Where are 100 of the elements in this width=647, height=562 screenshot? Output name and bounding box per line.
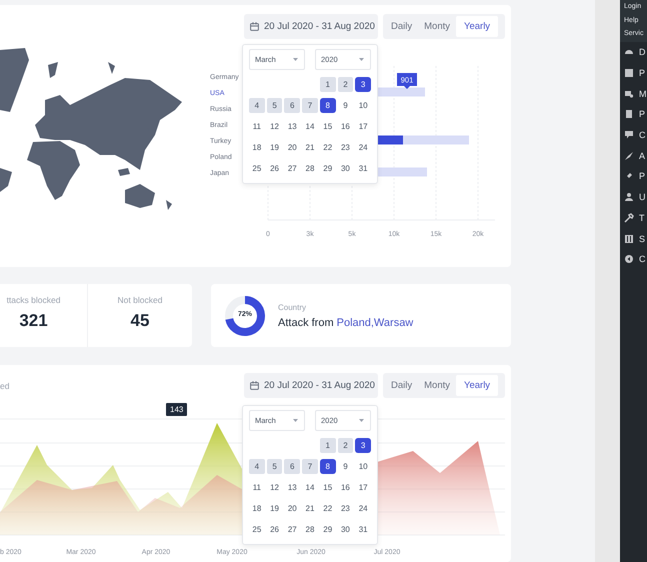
calendar-day[interactable]: 30 <box>338 522 354 537</box>
list-icon <box>624 68 634 78</box>
sliders-icon <box>624 234 634 244</box>
calendar-day[interactable]: 8 <box>320 459 336 474</box>
calendar-day[interactable]: 6 <box>284 459 300 474</box>
sidebar-menu-item[interactable]: M <box>620 83 647 104</box>
calendar-day[interactable]: 2 <box>338 438 354 453</box>
sidebar-menu-item[interactable]: P <box>620 62 647 84</box>
arrow-circle-icon <box>624 254 634 264</box>
calendar-day[interactable]: 5 <box>266 459 282 474</box>
calendar-day[interactable]: 19 <box>266 140 282 155</box>
calendar-day[interactable]: 13 <box>284 480 300 495</box>
date-range-button[interactable]: 20 Jul 2020 - 31 Aug 2020 <box>244 14 378 39</box>
calendar-day[interactable]: 31 <box>355 161 371 176</box>
calendar-day[interactable]: 10 <box>355 98 371 113</box>
calendar-day[interactable]: 16 <box>338 480 354 495</box>
stat-label: ttacks blocked <box>6 295 60 305</box>
calendar-day[interactable]: 12 <box>266 119 282 134</box>
calendar-day[interactable]: 23 <box>338 501 354 516</box>
calendar-day[interactable]: 10 <box>355 459 371 474</box>
calendar-day[interactable]: 21 <box>302 140 318 155</box>
calendar-day[interactable]: 30 <box>338 161 354 176</box>
sidebar-menu-item[interactable]: C <box>620 248 647 270</box>
calendar-day[interactable]: 16 <box>338 119 354 134</box>
calendar-day[interactable]: 25 <box>249 161 265 176</box>
calendar-day[interactable]: 1 <box>320 438 336 453</box>
calendar-day[interactable]: 22 <box>320 140 336 155</box>
calendar-day[interactable]: 18 <box>249 140 265 155</box>
period-tab[interactable]: Monty <box>418 16 456 37</box>
calendar-day[interactable]: 2 <box>338 77 354 92</box>
calendar-day[interactable]: 8 <box>320 98 336 113</box>
calendar-day[interactable]: 3 <box>355 438 371 453</box>
calendar-day[interactable]: 22 <box>320 501 336 516</box>
stat-label: Not blocked <box>118 295 162 305</box>
calendar-day[interactable]: 27 <box>284 161 300 176</box>
location-link[interactable]: Poland,Warsaw <box>336 316 414 328</box>
calendar-day[interactable]: 18 <box>249 501 265 516</box>
period-tab[interactable]: Daily <box>385 16 418 37</box>
calendar-day[interactable]: 25 <box>249 522 265 537</box>
calendar-day[interactable]: 14 <box>302 119 318 134</box>
calendar-day[interactable]: 20 <box>284 140 300 155</box>
user-icon <box>624 192 634 202</box>
calendar-day[interactable]: 13 <box>284 119 300 134</box>
sidebar-menu-item[interactable]: T <box>620 208 647 228</box>
calendar-day[interactable]: 9 <box>338 459 354 474</box>
calendar-day[interactable]: 9 <box>338 98 354 113</box>
calendar-day[interactable]: 24 <box>355 501 371 516</box>
sidebar-menu-item[interactable]: P <box>620 166 647 187</box>
calendar-day[interactable]: 4 <box>249 459 265 474</box>
period-tab[interactable]: Yearly <box>456 16 498 37</box>
calendar-day[interactable]: 11 <box>249 480 265 495</box>
calendar-icon <box>250 381 259 390</box>
caret-icon <box>359 419 364 422</box>
date-range-button[interactable]: 20 Jul 2020 - 31 Aug 2020 <box>244 373 378 398</box>
calendar-day[interactable]: 26 <box>266 161 282 176</box>
sidebar-menu-item[interactable]: U <box>620 186 647 208</box>
calendar-day[interactable]: 11 <box>249 119 265 134</box>
sidebar-menu-item[interactable]: A <box>620 145 647 166</box>
calendar-day[interactable]: 24 <box>355 140 371 155</box>
caret-icon <box>293 58 298 61</box>
sidebar-menu-item[interactable]: C <box>620 124 647 146</box>
calendar-day[interactable]: 27 <box>284 522 300 537</box>
period-tab[interactable]: Monty <box>418 375 456 396</box>
calendar-day[interactable]: 29 <box>320 522 336 537</box>
calendar-day[interactable]: 15 <box>320 480 336 495</box>
wrench-icon <box>624 212 634 223</box>
calendar-day[interactable]: 17 <box>355 480 371 495</box>
comment-icon <box>624 130 634 140</box>
calendar-day[interactable]: 31 <box>355 522 371 537</box>
period-tab[interactable]: Yearly <box>456 375 498 396</box>
calendar-day[interactable]: 7 <box>302 459 318 474</box>
stat-value: 321 <box>19 311 48 331</box>
calendar-day[interactable]: 19 <box>266 501 282 516</box>
calendar-day[interactable]: 26 <box>266 522 282 537</box>
calendar-day[interactable]: 28 <box>302 522 318 537</box>
page-icon <box>624 109 634 120</box>
sidebar-menu-item[interactable]: S <box>620 228 647 249</box>
calendar-day[interactable]: 14 <box>302 480 318 495</box>
calendar-day[interactable]: 4 <box>249 98 265 113</box>
brush-icon <box>624 150 634 161</box>
calendar-day[interactable]: 12 <box>266 480 282 495</box>
calendar-day[interactable]: 3 <box>355 77 371 92</box>
calendar-day[interactable]: 6 <box>284 98 300 113</box>
calendar-day[interactable]: 17 <box>355 119 371 134</box>
calendar-day[interactable]: 28 <box>302 161 318 176</box>
calendar-day[interactable]: 21 <box>302 501 318 516</box>
caret-icon <box>359 58 364 61</box>
attack-text: Attack from <box>278 316 334 328</box>
period-tab[interactable]: Daily <box>385 375 418 396</box>
calendar-day[interactable]: 1 <box>320 77 336 92</box>
calendar-day[interactable]: 29 <box>320 161 336 176</box>
calendar-day[interactable]: 20 <box>284 501 300 516</box>
value-tooltip: 143 <box>166 403 188 416</box>
sidebar-menu-item[interactable]: P <box>620 104 647 125</box>
stat-value: 45 <box>130 311 150 331</box>
calendar-day[interactable]: 23 <box>338 140 354 155</box>
calendar-day[interactable]: 5 <box>266 98 282 113</box>
calendar-day[interactable]: 7 <box>302 98 318 113</box>
calendar-day[interactable]: 15 <box>320 119 336 134</box>
sidebar-menu-item[interactable]: D <box>620 42 647 63</box>
